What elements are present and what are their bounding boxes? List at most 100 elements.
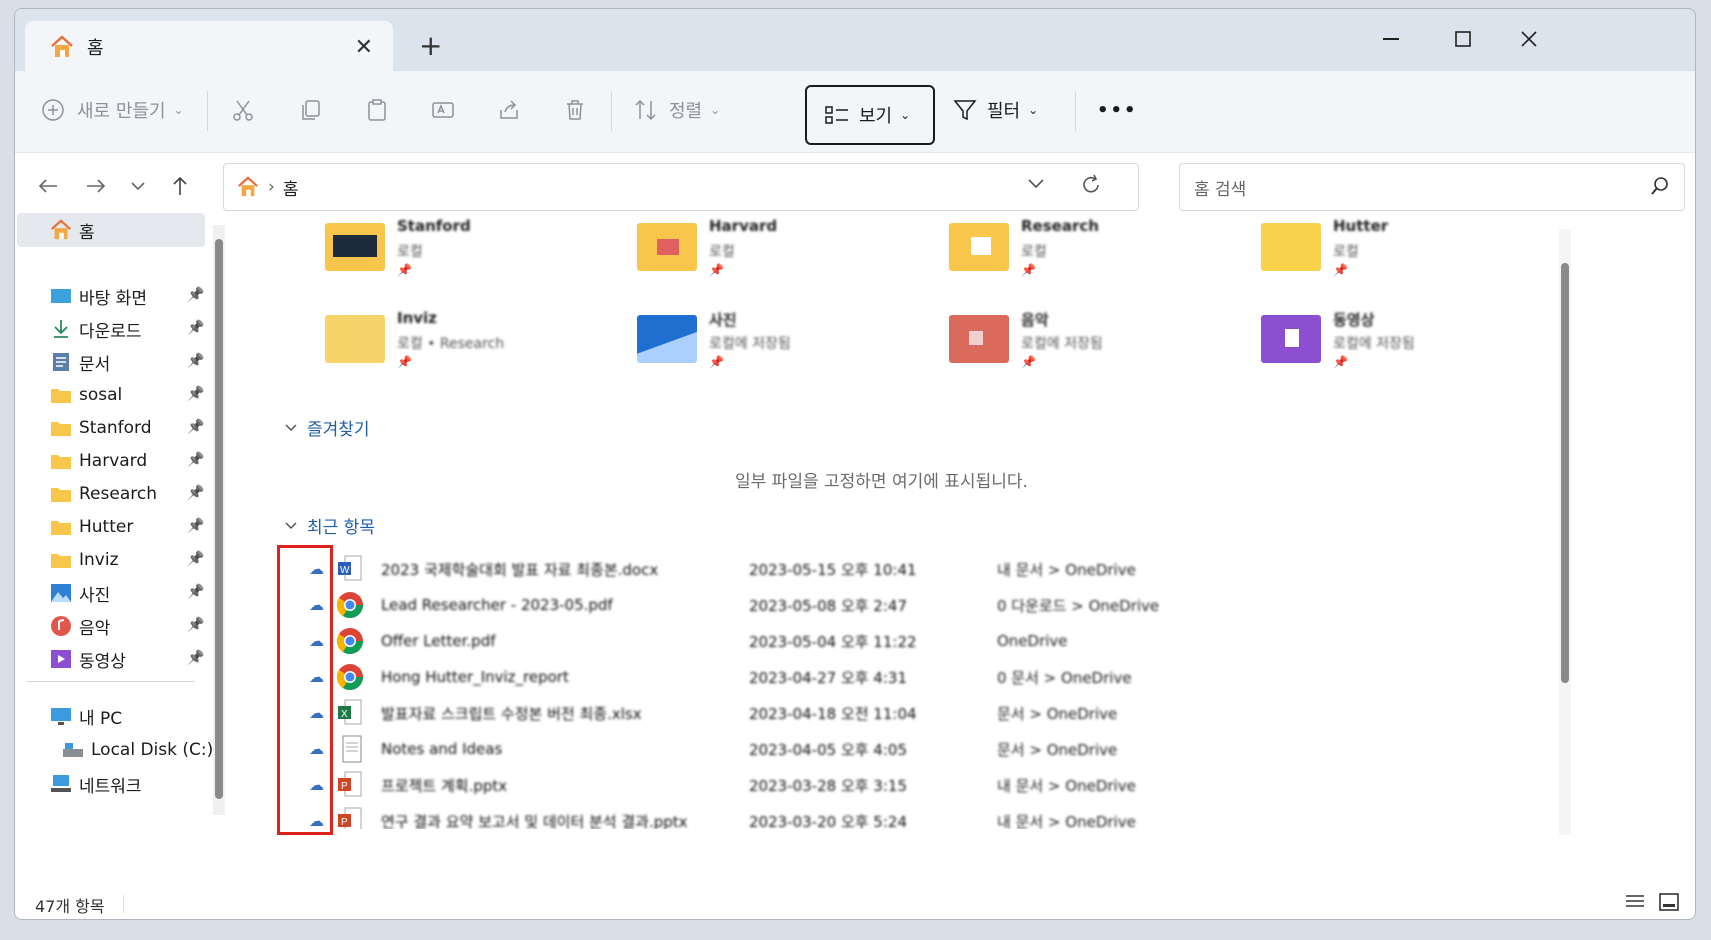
sidebar-item[interactable]: Stanford: [49, 413, 152, 443]
sidebar-item[interactable]: Harvard: [49, 446, 147, 476]
home-icon: [49, 219, 73, 240]
sidebar-item-label: 네트워크: [79, 776, 142, 797]
recent-file-row[interactable]: ☁ Notes and Ideas 2023-04-05 오후 4:05 문서 > O…: [285, 731, 1485, 767]
details-view-icon[interactable]: [1625, 893, 1645, 915]
new-button[interactable]: 새로 만들기 ⌄: [41, 85, 184, 135]
cut-button[interactable]: [231, 85, 255, 135]
sort-button[interactable]: 정렬 ⌄: [633, 85, 720, 135]
folder-icon: [1261, 223, 1321, 271]
pin-icon: 📌: [1021, 263, 1036, 277]
file-date: 2023-04-27 오후 4:31: [749, 668, 907, 687]
pdf-file-icon: [335, 662, 367, 692]
quick-access-folder[interactable]: 음악 로컬에 저장됨 📌: [949, 309, 1249, 389]
pin-icon[interactable]: 📌: [187, 551, 204, 567]
sidebar-item[interactable]: 음악: [49, 611, 110, 641]
network-icon: [49, 774, 73, 794]
ppt-file-icon: P: [335, 770, 367, 800]
new-tab-button[interactable]: +: [419, 29, 442, 62]
sidebar-item[interactable]: 문서: [49, 347, 110, 377]
sidebar-item-network[interactable]: 네트워크: [49, 769, 142, 799]
pin-icon[interactable]: 📌: [187, 386, 204, 402]
pin-icon[interactable]: 📌: [187, 353, 204, 369]
view-list-icon: [825, 106, 848, 124]
more-options-button[interactable]: •••: [1097, 85, 1138, 135]
recent-file-row[interactable]: ☁ Hong Hutter_Inviz_report 2023-04-27 오후 4…: [285, 659, 1485, 695]
paste-button[interactable]: [365, 85, 389, 135]
quick-access-folder[interactable]: Stanford 로컬 📌: [325, 217, 625, 297]
recent-file-row[interactable]: ☁ Offer Letter.pdf 2023-05-04 오후 11:22 OneD…: [285, 623, 1485, 659]
quick-access-folder[interactable]: Inviz 로컬 • Research 📌: [325, 309, 625, 389]
sidebar-item-local-disk[interactable]: Local Disk (C:): [61, 735, 213, 765]
sidebar-item[interactable]: 사진: [49, 578, 110, 608]
pictures-icon: [49, 583, 73, 603]
minimize-button[interactable]: [1361, 19, 1421, 59]
address-dropdown-icon[interactable]: [1028, 174, 1044, 194]
sidebar-item[interactable]: 동영상: [49, 644, 126, 674]
search-input[interactable]: 홈 검색: [1194, 175, 1246, 200]
copy-button[interactable]: [299, 85, 323, 135]
search-icon: [1650, 176, 1670, 201]
file-date: 2023-03-28 오후 3:15: [749, 776, 907, 795]
sidebar-item-this-pc[interactable]: 내 PC: [49, 701, 122, 731]
favorites-section-header[interactable]: 즐겨찾기: [285, 415, 370, 440]
sidebar-item[interactable]: 다운로드: [49, 314, 142, 344]
forward-button[interactable]: [79, 169, 113, 203]
recent-section-header[interactable]: 최근 항목: [285, 513, 375, 538]
file-name: 2023 국제학술대회 발표 자료 최종본.docx: [381, 560, 659, 579]
recent-file-row[interactable]: ☁ P 프로젝트 계획.pptx 2023-03-28 오후 3:15 내 문서 > O…: [285, 767, 1485, 803]
pin-icon[interactable]: 📌: [187, 518, 204, 534]
pin-icon[interactable]: 📌: [187, 617, 204, 633]
back-button[interactable]: [31, 169, 65, 203]
tiles-view-icon[interactable]: [1659, 893, 1679, 915]
recent-locations-button[interactable]: [121, 169, 155, 203]
folder-icon: [49, 517, 73, 537]
quick-access-folder[interactable]: Harvard 로컬 📌: [637, 217, 937, 297]
quick-access-folder[interactable]: 사진 로컬에 저장됨 📌: [637, 309, 937, 389]
share-button[interactable]: [497, 85, 521, 135]
view-button[interactable]: 보기 ⌄: [805, 85, 935, 145]
close-window-button[interactable]: [1499, 19, 1559, 59]
address-row: › 홈 홈 검색: [15, 153, 1695, 219]
pin-icon[interactable]: 📌: [187, 287, 204, 303]
sidebar-item[interactable]: 바탕 화면: [49, 281, 147, 311]
folder-icon: [49, 451, 73, 471]
word-file-icon: W: [335, 554, 367, 584]
recent-file-row[interactable]: ☁ P 연구 결과 요약 보고서 및 데이터 분석 결과.pptx 2023-03-2…: [285, 803, 1485, 829]
close-tab-icon[interactable]: ✕: [355, 35, 373, 60]
pin-icon[interactable]: 📌: [187, 419, 204, 435]
pin-icon[interactable]: 📌: [187, 452, 204, 468]
recent-file-row[interactable]: ☁ Lead Researcher - 2023-05.pdf 2023-05-08…: [285, 587, 1485, 623]
sidebar-scrollbar-thumb[interactable]: [215, 239, 223, 799]
sidebar-item[interactable]: Inviz: [49, 545, 119, 575]
folder-icon: [637, 223, 697, 271]
address-bar[interactable]: › 홈: [223, 163, 1139, 211]
sidebar-item[interactable]: Hutter: [49, 512, 133, 542]
quick-access-folder[interactable]: Research 로컬 📌: [949, 217, 1249, 297]
sidebar-item[interactable]: Research: [49, 479, 157, 509]
tab-home[interactable]: 홈 ✕: [25, 21, 393, 73]
sidebar-item[interactable]: sosal: [49, 380, 122, 410]
recent-file-row[interactable]: ☁ W 2023 국제학술대회 발표 자료 최종본.docx 2023-05-15 오…: [285, 551, 1485, 587]
pin-icon[interactable]: 📌: [187, 584, 204, 600]
refresh-icon[interactable]: [1080, 174, 1102, 201]
pin-icon[interactable]: 📌: [187, 320, 204, 336]
up-button[interactable]: [163, 169, 197, 203]
sidebar-item-home[interactable]: 홈: [49, 215, 95, 245]
pin-icon[interactable]: 📌: [187, 485, 204, 501]
pin-icon[interactable]: 📌: [187, 650, 204, 666]
filter-button[interactable]: 필터 ⌄: [953, 85, 1038, 135]
delete-button[interactable]: [563, 85, 587, 135]
rename-icon: [432, 102, 454, 118]
maximize-button[interactable]: [1433, 19, 1493, 59]
sidebar-item-label: 내 PC: [79, 708, 123, 729]
rename-button[interactable]: [431, 85, 455, 135]
content-scrollbar-thumb[interactable]: [1561, 263, 1569, 683]
pin-icon: 📌: [1333, 355, 1348, 369]
folder-location: 로컬에 저장됨: [1333, 336, 1415, 352]
quick-access-folder[interactable]: 동영상 로컬에 저장됨 📌: [1261, 309, 1561, 389]
search-box[interactable]: 홈 검색: [1179, 163, 1685, 211]
recent-file-row[interactable]: ☁ X 발표자료 스크립트 수정본 버전 최종.xlsx 2023-04-18 오전 …: [285, 695, 1485, 731]
sidebar-item-label: 사진: [79, 585, 111, 606]
breadcrumb-home[interactable]: 홈: [283, 175, 299, 200]
quick-access-folder[interactable]: Hutter 로컬 📌: [1261, 217, 1561, 297]
